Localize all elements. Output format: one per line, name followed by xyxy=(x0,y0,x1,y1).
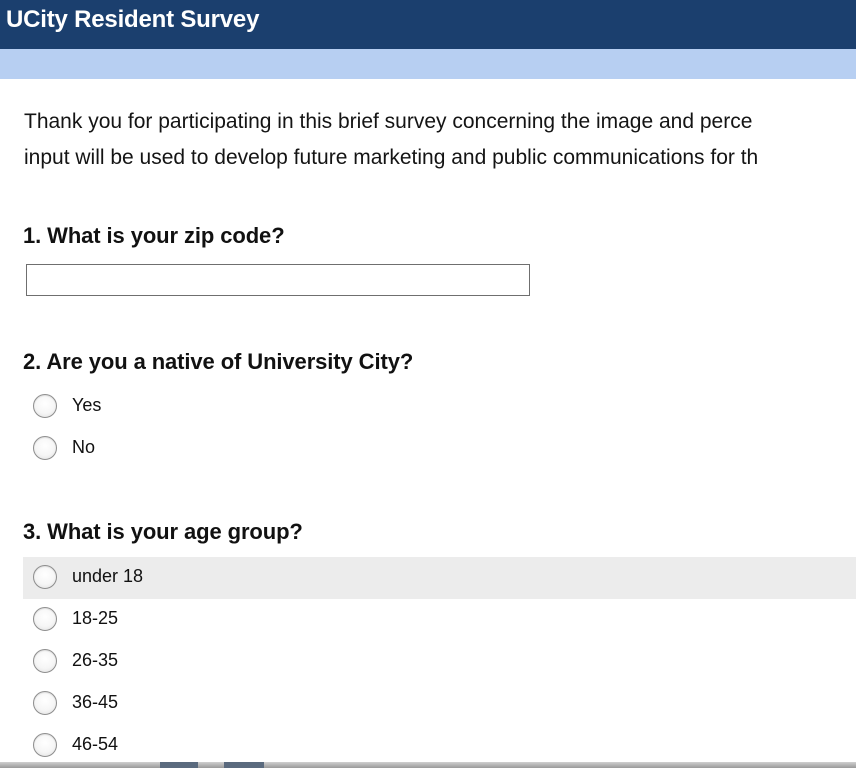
survey-page: UCity Resident Survey Thank you for part… xyxy=(0,0,856,768)
radio-button[interactable] xyxy=(33,394,57,418)
intro-text: Thank you for participating in this brie… xyxy=(24,104,856,176)
question-2-label: 2. Are you a native of University City? xyxy=(23,349,414,374)
window-bottom-edge xyxy=(0,762,856,768)
radio-button[interactable] xyxy=(33,565,57,589)
option-label: No xyxy=(72,437,96,457)
option-label: 18-25 xyxy=(72,608,119,628)
native-option-no[interactable]: No xyxy=(23,428,856,470)
native-option-yes[interactable]: Yes xyxy=(23,386,856,428)
radio-button[interactable] xyxy=(33,733,57,757)
taskbar-fragment xyxy=(224,762,264,768)
age-option-under-18[interactable]: under 18 xyxy=(23,557,856,599)
radio-button[interactable] xyxy=(33,607,57,631)
radio-button[interactable] xyxy=(33,649,57,673)
zip-code-input[interactable] xyxy=(26,264,530,296)
radio-button[interactable] xyxy=(33,436,57,460)
age-option-18-25[interactable]: 18-25 xyxy=(23,599,856,641)
radio-button[interactable] xyxy=(33,691,57,715)
header-subbar xyxy=(0,49,856,79)
intro-line-2: input will be used to develop future mar… xyxy=(24,146,759,169)
age-option-46-54[interactable]: 46-54 xyxy=(23,725,856,767)
question-1-label: 1. What is your zip code? xyxy=(23,223,285,248)
taskbar-fragment xyxy=(160,762,198,768)
age-option-36-45[interactable]: 36-45 xyxy=(23,683,856,725)
intro-line-1: Thank you for participating in this brie… xyxy=(24,110,753,133)
option-label: 36-45 xyxy=(72,692,119,712)
option-label: under 18 xyxy=(72,566,144,586)
survey-title: UCity Resident Survey xyxy=(6,6,260,33)
option-label: Yes xyxy=(72,395,102,415)
option-label: 26-35 xyxy=(72,650,119,670)
survey-header: UCity Resident Survey xyxy=(0,0,856,49)
age-option-26-35[interactable]: 26-35 xyxy=(23,641,856,683)
question-3-label: 3. What is your age group? xyxy=(23,519,303,544)
option-label: 46-54 xyxy=(72,734,119,754)
